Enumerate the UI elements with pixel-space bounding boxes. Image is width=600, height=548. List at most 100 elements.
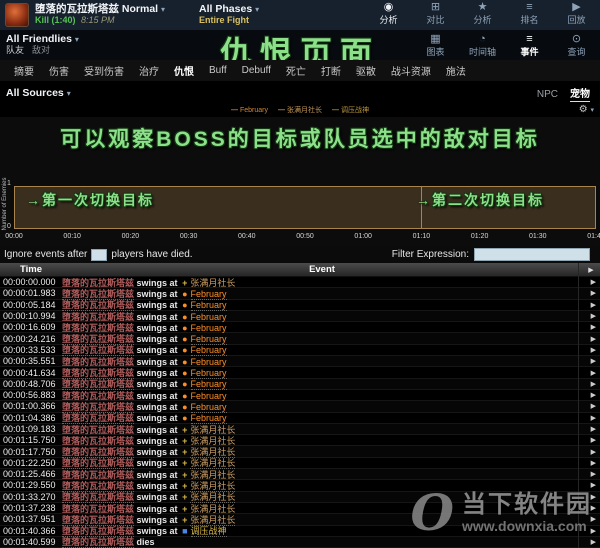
tab-伤害[interactable]: 伤害 [48, 59, 70, 82]
faction-toggle-row: 队友敌对 [6, 45, 79, 56]
tab-摘要[interactable]: 摘要 [13, 59, 35, 82]
compare-icon: ⊞ [412, 1, 459, 13]
row-expand-icon[interactable]: ▶ [591, 425, 596, 433]
ignore-events-label-prefix: Ignore events after [4, 249, 87, 260]
event-time: 00:00:41.634 [0, 368, 62, 378]
legend-item[interactable]: —调压战神 [332, 105, 369, 115]
nav-replay[interactable]: ▶回放 [553, 0, 600, 32]
nav-rankings[interactable]: ≡排名 [506, 0, 553, 32]
query-icon: ⊙ [553, 33, 600, 45]
sources-dropdown[interactable]: All Sources ▾ [6, 87, 71, 99]
row-expand-icon[interactable]: ▶ [591, 402, 596, 410]
view-query[interactable]: ⊙ 查询 [553, 31, 600, 60]
row-expand-icon[interactable]: ▶ [591, 515, 596, 523]
tab-施法[interactable]: 施法 [445, 59, 467, 82]
row-expand-icon[interactable]: ▶ [591, 357, 596, 365]
x-axis-tick: 00:40 [238, 233, 256, 240]
x-axis-tick: 00:20 [122, 233, 140, 240]
row-expand-icon[interactable]: ▶ [591, 459, 596, 467]
time-column-header: Time [0, 264, 62, 275]
legend-dash-icon: — [231, 107, 237, 114]
row-expand-icon[interactable]: ▶ [591, 538, 596, 546]
friendlies-dropdown[interactable]: All Friendlies ▾ 队友敌对 [6, 34, 79, 56]
row-expand-icon[interactable]: ▶ [591, 448, 596, 456]
faction-friendly[interactable]: 队友 [6, 45, 24, 55]
boss-dropdown[interactable]: 堕落的瓦拉斯塔兹 Normal ▾ Kill (1:40) 8:15 PM [35, 4, 165, 26]
boss-difficulty: Normal [122, 3, 158, 15]
row-expand-icon[interactable]: ▶ [591, 369, 596, 377]
event-rows: 00:00:00.000堕落的瓦拉斯塔兹 swings at +张满月社长▶00… [0, 277, 600, 548]
event-time: 00:00:35.551 [0, 356, 62, 366]
row-expand-icon[interactable]: ▶ [591, 414, 596, 422]
annotation-second-switch: →第二次切换目标 [416, 190, 544, 210]
event-time: 00:01:29.550 [0, 480, 62, 490]
tab-Buff[interactable]: Buff [208, 61, 228, 80]
npc-toggle[interactable]: NPC [537, 89, 558, 100]
view-events[interactable]: ≡事件 [506, 31, 553, 60]
tab-驱散[interactable]: 驱散 [355, 59, 377, 82]
row-expand-icon[interactable]: ▶ [591, 312, 596, 320]
view-timeline[interactable]: ◔时间轴 [459, 31, 506, 60]
chevron-down-icon: ▾ [255, 5, 259, 14]
tab-Debuff[interactable]: Debuff [241, 61, 272, 80]
view-query-label: 查询 [567, 47, 585, 57]
pets-toggle[interactable]: 宠物 [570, 89, 590, 102]
event-time: 00:00:10.994 [0, 311, 62, 321]
events-table-header: Time Event ▶ [0, 263, 600, 277]
event-time: 00:01:09.183 [0, 424, 62, 434]
x-axis-tick: 01:30 [529, 233, 547, 240]
x-axis: 00:0000:1000:2000:3000:4000:5001:0001:10… [0, 233, 600, 243]
legend-item[interactable]: —张满月社长 [278, 105, 322, 115]
row-expand-icon[interactable]: ▶ [591, 493, 596, 501]
row-expand-icon[interactable]: ▶ [591, 391, 596, 399]
table-row[interactable]: 00:01:40.599堕落的瓦拉斯塔兹 dies ▶ [0, 537, 600, 548]
row-expand-icon[interactable]: ▶ [591, 278, 596, 286]
event-action: dies [137, 537, 155, 547]
phase-dropdown[interactable]: All Phases ▾ Entire Fight [199, 4, 259, 26]
faction-enemy[interactable]: 敌对 [32, 45, 50, 55]
row-expand-icon[interactable]: ▶ [591, 470, 596, 478]
tab-治疗[interactable]: 治疗 [138, 59, 160, 82]
replay-icon: ▶ [553, 1, 600, 13]
actor-link[interactable]: 堕落的瓦拉斯塔兹 [62, 537, 134, 548]
boss-portrait-icon [5, 3, 29, 27]
nav-compare-label: 对比 [426, 15, 444, 25]
event-time: 00:01:25.466 [0, 469, 62, 479]
row-expand-icon[interactable]: ▶ [591, 504, 596, 512]
nav-rankings-label: 排名 [520, 15, 538, 25]
event-time: 00:00:16.609 [0, 322, 62, 332]
tab-受到伤害[interactable]: 受到伤害 [83, 59, 125, 82]
players-died-input[interactable] [91, 249, 107, 261]
nav-analyze-star[interactable]: ★分析 [459, 0, 506, 32]
chevron-down-icon: ▾ [67, 89, 71, 98]
row-expand-icon[interactable]: ▶ [591, 527, 596, 535]
top-bar: 堕落的瓦拉斯塔兹 Normal ▾ Kill (1:40) 8:15 PM Al… [0, 0, 600, 30]
tab-打断[interactable]: 打断 [320, 59, 342, 82]
event-time: 00:01:22.250 [0, 458, 62, 468]
kill-badge: Kill (1:40) [35, 15, 76, 25]
row-expand-icon[interactable]: ▶ [591, 380, 596, 388]
source-type-toggles: NPC 宠物 [537, 85, 590, 100]
event-time: 00:01:40.599 [0, 537, 62, 547]
tab-战斗资源[interactable]: 战斗资源 [390, 59, 432, 82]
boss-name: 堕落的瓦拉斯塔兹 [35, 3, 119, 15]
event-time: 00:00:00.000 [0, 277, 62, 287]
event-time: 00:01:33.270 [0, 492, 62, 502]
row-expand-icon[interactable]: ▶ [591, 301, 596, 309]
legend-item[interactable]: —February [231, 107, 268, 114]
tab-死亡[interactable]: 死亡 [285, 59, 307, 82]
chart-settings-button[interactable]: ⚙ ▾ [579, 104, 594, 115]
filter-expression-label: Filter Expression: [392, 249, 469, 260]
row-expand-icon[interactable]: ▶ [591, 289, 596, 297]
event-time: 00:00:01.983 [0, 288, 62, 298]
expand-column-icon[interactable]: ▶ [582, 266, 600, 274]
filter-expression-input[interactable] [474, 248, 590, 261]
row-expand-icon[interactable]: ▶ [591, 436, 596, 444]
tab-仇恨[interactable]: 仇恨 [173, 59, 195, 83]
row-expand-icon[interactable]: ▶ [591, 335, 596, 343]
row-expand-icon[interactable]: ▶ [591, 481, 596, 489]
row-expand-icon[interactable]: ▶ [591, 346, 596, 354]
chevron-down-icon: ▾ [590, 107, 594, 114]
events-icon: ≡ [506, 33, 553, 45]
row-expand-icon[interactable]: ▶ [591, 323, 596, 331]
